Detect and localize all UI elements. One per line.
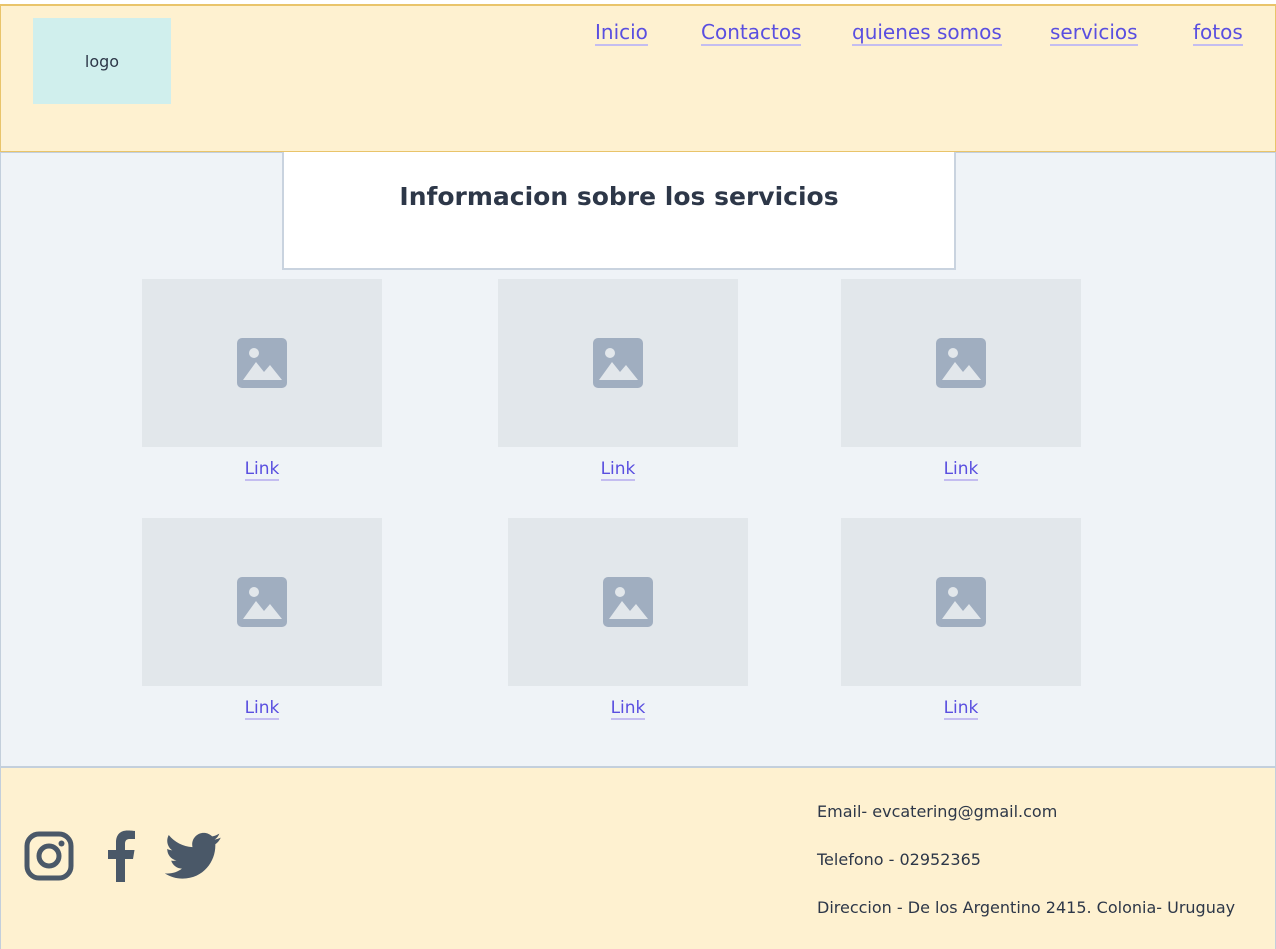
image-placeholder-icon [593, 338, 643, 388]
service-card: Link [142, 279, 382, 481]
image-placeholder [841, 279, 1081, 447]
image-placeholder [508, 518, 748, 686]
logo-text: logo [84, 51, 120, 71]
service-card-link[interactable]: Link [600, 459, 636, 481]
image-placeholder [142, 279, 382, 447]
nav-link-contactos[interactable]: Contactos [701, 20, 802, 46]
nav-link-inicio[interactable]: Inicio [595, 20, 648, 46]
image-placeholder [142, 518, 382, 686]
image-placeholder-icon [603, 577, 653, 627]
site-header: logo Inicio Contactos quienes somos serv… [0, 4, 1276, 152]
image-placeholder-icon [936, 577, 986, 627]
services-section: Informacion sobre los servicios Link Lin… [0, 152, 1276, 767]
image-placeholder [498, 279, 738, 447]
image-placeholder [841, 518, 1081, 686]
service-card: Link [508, 518, 748, 720]
nav-link-fotos[interactable]: fotos [1193, 20, 1243, 46]
service-card: Link [841, 279, 1081, 481]
image-placeholder-icon [237, 338, 287, 388]
contact-email: Email- evcatering@gmail.com [817, 802, 1058, 821]
services-info-box: Informacion sobre los servicios [282, 152, 956, 270]
contact-telefono: Telefono - 02952365 [817, 850, 981, 869]
logo[interactable]: logo [33, 18, 171, 104]
contact-direccion: Direccion - De los Argentino 2415. Colon… [817, 898, 1236, 917]
image-placeholder-icon [237, 577, 287, 627]
service-card: Link [498, 279, 738, 481]
service-card-link[interactable]: Link [610, 698, 646, 720]
service-card: Link [142, 518, 382, 720]
nav-link-quienes-somos[interactable]: quienes somos [852, 20, 1002, 46]
facebook-icon [108, 830, 135, 882]
page-title: Informacion sobre los servicios [399, 182, 839, 211]
service-card: Link [841, 518, 1081, 720]
instagram-icon [24, 831, 74, 881]
service-card-link[interactable]: Link [943, 698, 979, 720]
nav-link-servicios[interactable]: servicios [1050, 20, 1138, 46]
twitter-link[interactable] [164, 830, 221, 886]
site-footer: Email- evcatering@gmail.com Telefono - 0… [0, 767, 1276, 949]
service-card-link[interactable]: Link [244, 459, 280, 481]
facebook-link[interactable] [104, 830, 136, 886]
service-card-link[interactable]: Link [244, 698, 280, 720]
image-placeholder-icon [936, 338, 986, 388]
twitter-icon [164, 832, 221, 879]
instagram-link[interactable] [23, 830, 75, 886]
service-card-link[interactable]: Link [943, 459, 979, 481]
